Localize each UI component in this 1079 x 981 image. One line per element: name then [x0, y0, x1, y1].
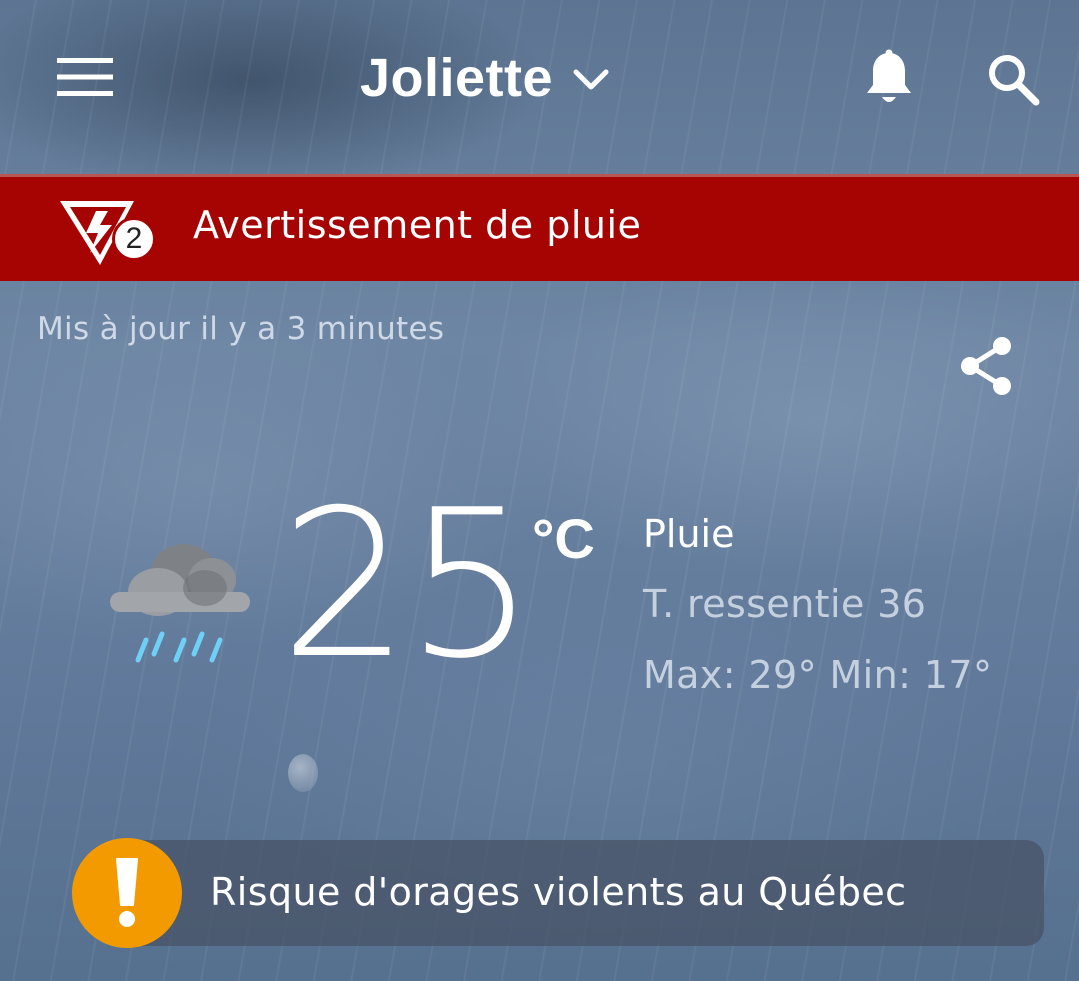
menu-icon — [57, 58, 113, 96]
location-selector[interactable]: Joliette — [360, 38, 609, 118]
warning-level-number: 2 — [125, 222, 143, 255]
current-temperature: 25 — [280, 467, 536, 704]
cloud-rain-icon — [110, 544, 250, 663]
notifications-button[interactable] — [856, 44, 922, 114]
weather-condition: Pluie — [643, 512, 735, 556]
exclamation-icon — [72, 838, 182, 948]
chevron-down-icon — [573, 69, 609, 90]
storm-alert-text[interactable]: Risque d'orages violents au Québec — [210, 870, 906, 914]
bell-icon — [867, 49, 911, 102]
search-icon — [989, 55, 1040, 106]
warning-level-badge: 2 — [112, 217, 156, 261]
raindrop-decoration — [288, 754, 318, 792]
warning-text: Avertissement de pluie — [193, 203, 642, 247]
exclamation-mark-glyph — [116, 858, 138, 927]
top-bar: Joliette — [0, 0, 1079, 172]
weather-warning-banner[interactable]: 2 Avertissement de pluie — [0, 174, 1079, 281]
last-updated-text: Mis à jour il y a 3 minutes — [37, 311, 445, 347]
location-name: Joliette — [360, 48, 554, 108]
temperature-unit: °C — [532, 507, 595, 570]
menu-button[interactable] — [50, 48, 120, 106]
feels-like-text: T. ressentie 36 — [643, 582, 927, 626]
search-button[interactable] — [980, 44, 1046, 114]
share-button[interactable] — [950, 330, 1022, 402]
max-min-temperature: Max: 29° Min: 17° — [643, 653, 993, 697]
share-icon — [961, 337, 1011, 395]
